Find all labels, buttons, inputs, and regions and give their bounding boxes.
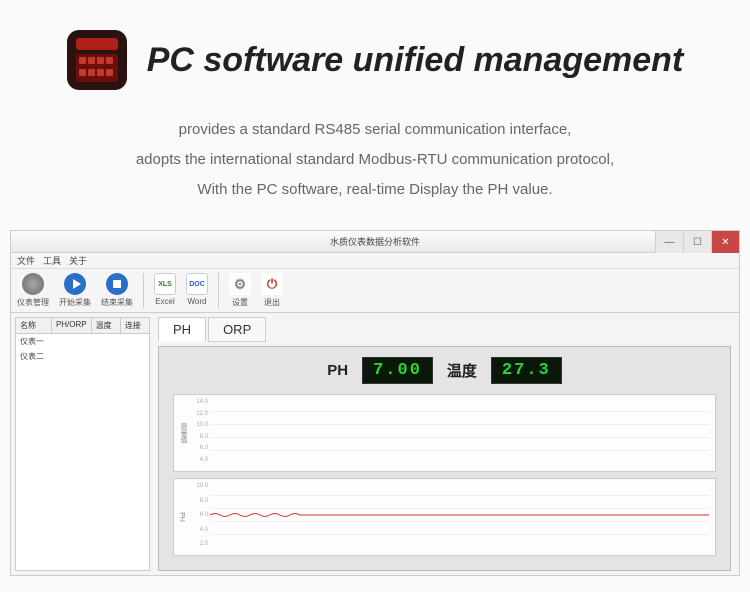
list-header: 名称 PH/ORP 温度 连接 bbox=[16, 318, 149, 334]
power-icon bbox=[261, 273, 283, 295]
app-window: 水质仪表数据分析软件 — ☐ ✕ 文件 工具 关于 仪表管理 开始采集 结束采集… bbox=[10, 230, 740, 576]
stop-icon bbox=[106, 273, 128, 295]
desc-line: adopts the international standard Modbus… bbox=[40, 145, 710, 175]
tab-orp[interactable]: ORP bbox=[208, 317, 266, 342]
plot-area bbox=[210, 399, 709, 463]
excel-icon: XLS bbox=[154, 273, 176, 295]
readout-bar: PH 7.00 温度 27.3 bbox=[173, 357, 716, 384]
word-icon: DOC bbox=[186, 273, 208, 295]
gear-icon bbox=[229, 273, 251, 295]
data-line bbox=[210, 515, 709, 516]
temp-value: 27.3 bbox=[491, 357, 562, 384]
play-icon bbox=[64, 273, 86, 295]
page-title: PC software unified management bbox=[147, 41, 684, 80]
menu-tools[interactable]: 工具 bbox=[43, 254, 61, 267]
ylabel: 测量值 bbox=[178, 423, 188, 444]
ph-label: PH bbox=[327, 362, 348, 379]
settings-button[interactable]: 设置 bbox=[229, 273, 251, 308]
export-excel-button[interactable]: XLS Excel bbox=[154, 273, 176, 308]
desc-line: With the PC software, real-time Display … bbox=[40, 175, 710, 205]
main-panel: PH ORP PH 7.00 温度 27.3 测量值 14.0 12.0 10.… bbox=[154, 313, 739, 575]
menu-about[interactable]: 关于 bbox=[69, 254, 87, 267]
list-item[interactable]: 仪表二 bbox=[16, 349, 149, 364]
instrument-list: 名称 PH/ORP 温度 连接 仪表一 仪表二 bbox=[15, 317, 150, 571]
description: provides a standard RS485 serial communi… bbox=[0, 105, 750, 230]
gauge-icon bbox=[22, 273, 44, 295]
chart-ph: PH 10.0 8.0 6.0 4.0 2.0 bbox=[173, 478, 716, 556]
exit-button[interactable]: 退出 bbox=[261, 273, 283, 308]
ph-value: 7.00 bbox=[362, 357, 433, 384]
list-item[interactable]: 仪表一 bbox=[16, 334, 149, 349]
yticks: 14.0 12.0 10.0 8.0 6.0 4.0 bbox=[190, 399, 208, 463]
stop-capture-button[interactable]: 结束采集 bbox=[101, 273, 133, 308]
instrument-mgmt-button[interactable]: 仪表管理 bbox=[17, 273, 49, 308]
tab-bar: PH ORP bbox=[158, 317, 731, 342]
yticks: 10.0 8.0 6.0 4.0 2.0 bbox=[190, 483, 208, 547]
maximize-button[interactable]: ☐ bbox=[683, 231, 711, 253]
plot-area bbox=[210, 483, 709, 547]
menu-file[interactable]: 文件 bbox=[17, 254, 35, 267]
start-capture-button[interactable]: 开始采集 bbox=[59, 273, 91, 308]
toolbar: 仪表管理 开始采集 结束采集 XLS Excel DOC Word 设置 退出 bbox=[11, 269, 739, 313]
tab-ph[interactable]: PH bbox=[158, 317, 206, 342]
content-panel: PH 7.00 温度 27.3 测量值 14.0 12.0 10.0 8.0 6… bbox=[158, 346, 731, 571]
window-title: 水质仪表数据分析软件 bbox=[330, 235, 420, 248]
minimize-button[interactable]: — bbox=[655, 231, 683, 253]
titlebar[interactable]: 水质仪表数据分析软件 — ☐ ✕ bbox=[11, 231, 739, 253]
temp-label: 温度 bbox=[447, 360, 477, 381]
menubar: 文件 工具 关于 bbox=[11, 253, 739, 269]
ylabel: PH bbox=[178, 512, 185, 522]
app-icon bbox=[67, 30, 127, 90]
desc-line: provides a standard RS485 serial communi… bbox=[40, 115, 710, 145]
close-button[interactable]: ✕ bbox=[711, 231, 739, 253]
marketing-header: PC software unified management bbox=[0, 0, 750, 105]
export-word-button[interactable]: DOC Word bbox=[186, 273, 208, 308]
chart-measurement: 测量值 14.0 12.0 10.0 8.0 6.0 4.0 bbox=[173, 394, 716, 472]
